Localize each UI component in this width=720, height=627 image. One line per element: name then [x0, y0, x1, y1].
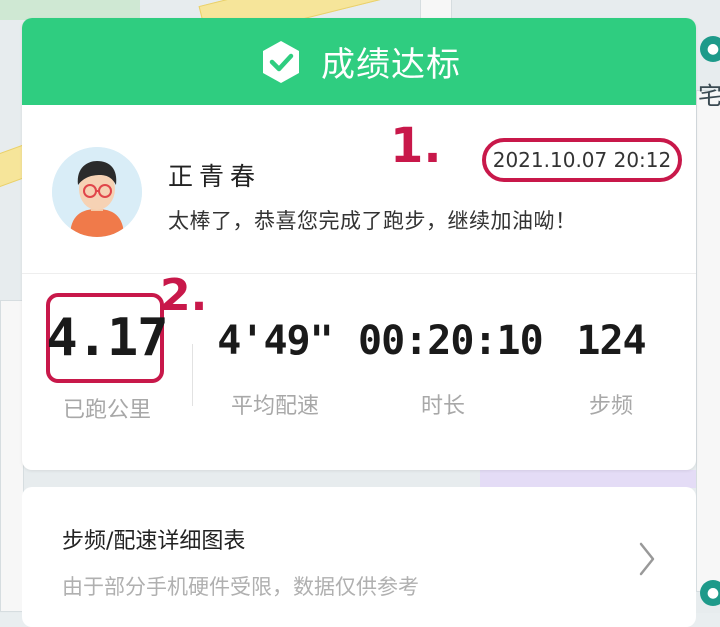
map-park: [0, 0, 140, 20]
stat-label: 步频: [588, 394, 633, 419]
run-stats: 4.17 已跑公里 4'49" 平均配速 00:20:10 时长 124 步频: [22, 274, 696, 470]
detail-chart-subtitle: 由于部分手机硬件受限，数据仅供参考: [62, 575, 419, 599]
map-area: [480, 470, 696, 488]
stat-pace: 4'49" 平均配速: [190, 274, 360, 420]
detail-chart-row[interactable]: 步频/配速详细图表 由于部分手机硬件受限，数据仅供参考: [22, 487, 696, 627]
map-road: [696, 90, 720, 592]
map-label: 宅: [698, 82, 720, 110]
congratulation-message: 太棒了，恭喜您完成了跑步，继续加油呦！: [168, 209, 577, 233]
user-row: 正青春 太棒了，恭喜您完成了跑步，继续加油呦！ 2021.10.07 20:12: [22, 105, 696, 274]
detail-chart-title: 步频/配速详细图表: [62, 529, 246, 554]
run-datetime: 2021.10.07 20:12: [482, 138, 682, 182]
stat-value: 00:20:10: [358, 318, 544, 364]
map-poi-icon: ●: [700, 36, 720, 62]
check-shield-icon: [263, 40, 299, 83]
result-card: 成绩达标 正青春 太棒了，恭喜您完成了跑步，继续加油呦！ 2021.10.07 …: [22, 18, 696, 470]
result-header: 成绩达标: [22, 18, 696, 105]
stat-label: 已跑公里: [62, 398, 151, 423]
stat-cadence: 124 步频: [526, 274, 696, 420]
result-title: 成绩达标: [321, 45, 461, 85]
map-road: [0, 300, 24, 612]
annotation-one: 1.: [390, 118, 442, 174]
user-avatar-icon: [52, 147, 142, 237]
chevron-right-icon[interactable]: [638, 541, 656, 577]
annotation-two: 2.: [160, 270, 208, 321]
stat-label: 时长: [420, 394, 465, 419]
map-poi-icon: ●: [700, 580, 720, 606]
user-name: 正青春: [168, 162, 262, 191]
stat-label: 平均配速: [230, 394, 319, 419]
stat-duration: 00:20:10 时长: [358, 274, 544, 420]
stat-value: 124: [576, 318, 646, 364]
stat-value: 4'49": [217, 318, 333, 364]
